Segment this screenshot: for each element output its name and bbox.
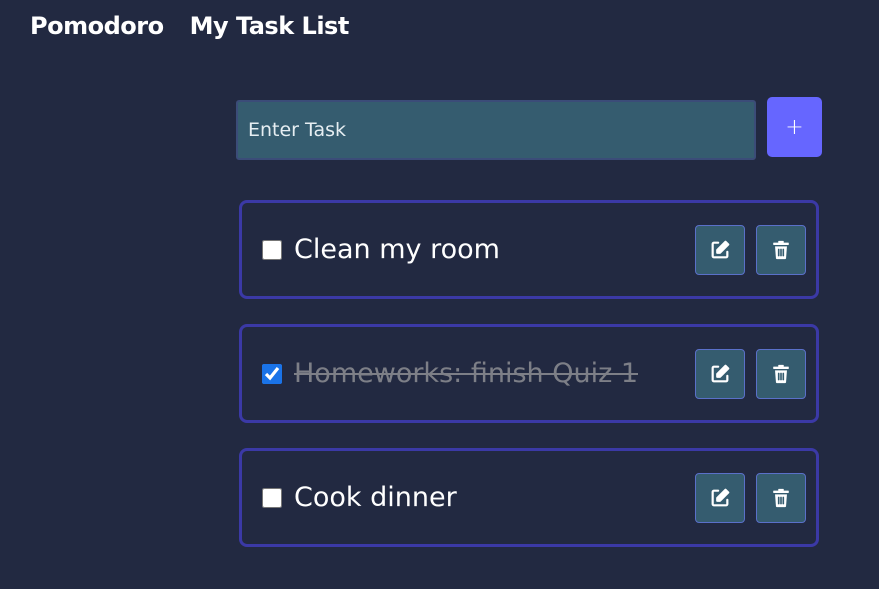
pomodoro-app: Pomodoro My Task List + Clean my room [0,0,879,589]
task-checkbox[interactable] [262,363,282,384]
trash-icon [773,488,789,507]
task-item: Homeworks: finish Quiz 1 [239,324,819,423]
delete-task-button[interactable] [756,348,806,399]
task-input[interactable] [236,100,756,160]
nav-pomodoro-link[interactable]: Pomodoro [30,12,164,40]
task-text: Clean my room [294,234,500,265]
task-checkbox[interactable] [262,239,282,260]
task-checkbox[interactable] [262,487,282,508]
edit-task-button[interactable] [695,472,745,523]
task-list: Clean my room Homeworks: finish Quiz 1 C… [239,200,819,572]
task-item: Cook dinner [239,448,819,547]
trash-icon [773,364,789,383]
edit-task-button[interactable] [695,348,745,399]
delete-task-button[interactable] [756,472,806,523]
edit-icon [711,488,730,506]
task-item: Clean my room [239,200,819,299]
task-text: Cook dinner [294,482,457,513]
trash-icon [773,240,789,259]
edit-icon [711,240,730,258]
top-nav: Pomodoro My Task List [30,12,349,40]
task-text: Homeworks: finish Quiz 1 [294,358,638,389]
nav-task-list-link[interactable]: My Task List [190,12,350,40]
delete-task-button[interactable] [756,224,806,275]
edit-icon [711,364,730,382]
add-task-button[interactable]: + [767,97,822,157]
edit-task-button[interactable] [695,224,745,275]
plus-icon: + [785,114,804,140]
